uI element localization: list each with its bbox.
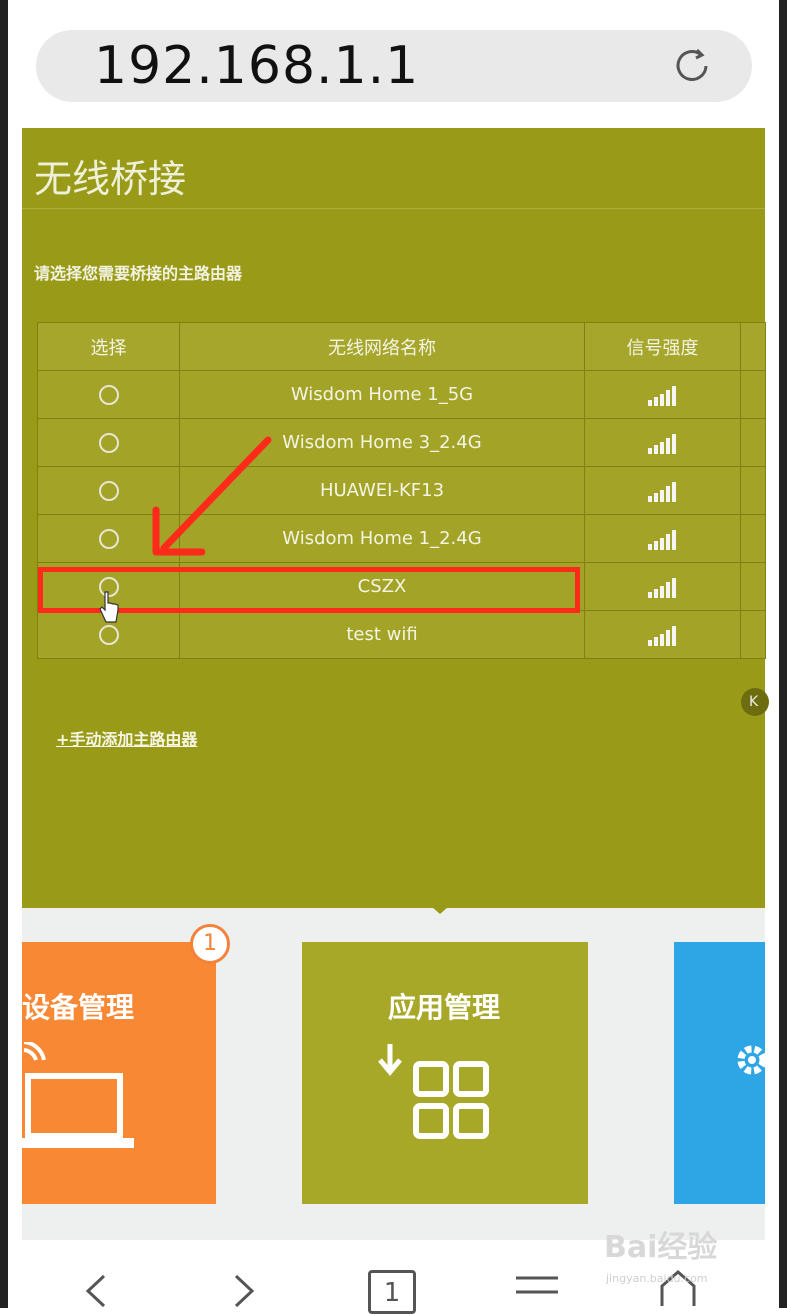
table-header-row: 选择 无线网络名称 信号强度 xyxy=(37,322,766,371)
tile-device-management[interactable]: 设备管理 xyxy=(22,942,216,1204)
header-select: 选择 xyxy=(37,322,180,371)
radio-button[interactable] xyxy=(98,385,119,405)
radio-button[interactable] xyxy=(98,433,119,453)
notification-badge: 1 xyxy=(190,924,230,964)
apps-grid-icon xyxy=(378,1044,489,1139)
tile-app-label: 应用管理 xyxy=(388,991,501,1024)
table-row[interactable]: Wisdom Home 1_5G xyxy=(37,370,766,419)
laptop-icon xyxy=(22,1042,134,1148)
back-icon[interactable] xyxy=(84,1274,108,1308)
ssid-cell: test wifi xyxy=(179,610,585,659)
radio-button[interactable] xyxy=(98,529,119,549)
signal-icon xyxy=(647,625,678,646)
header-extra xyxy=(740,322,766,371)
tabs-button[interactable]: 1 xyxy=(368,1270,416,1314)
router-page: 无线桥接 请选择您需要桥接的主路由器 选择 无线网络名称 信号强度 Wisdom… xyxy=(22,128,769,908)
phone-bezel-right xyxy=(779,0,787,1308)
signal-icon xyxy=(647,529,678,550)
signal-icon xyxy=(647,577,678,598)
page-title: 无线桥接 xyxy=(34,157,187,201)
instruction-text: 请选择您需要桥接的主路由器 xyxy=(34,264,243,283)
ssid-cell: Wisdom Home 1_5G xyxy=(179,370,585,419)
forward-icon[interactable] xyxy=(232,1274,256,1308)
red-arrow-annotation xyxy=(152,436,272,556)
tile-device-label: 设备管理 xyxy=(22,991,135,1024)
table-row[interactable]: test wifi xyxy=(37,610,766,659)
header-signal: 信号强度 xyxy=(584,322,741,371)
radio-button[interactable] xyxy=(98,481,119,501)
signal-icon xyxy=(647,481,678,502)
title-divider xyxy=(22,208,765,209)
hand-cursor-icon xyxy=(99,591,119,623)
gear-icon xyxy=(737,1045,766,1075)
tile-app-management[interactable]: 应用管理 xyxy=(302,942,588,1204)
signal-icon xyxy=(647,433,678,454)
header-ssid: 无线网络名称 xyxy=(179,322,585,371)
phone-bezel-left xyxy=(0,0,8,1308)
menu-icon[interactable] xyxy=(514,1274,560,1308)
url-text[interactable]: 192.168.1.1 xyxy=(94,36,419,96)
radio-button[interactable] xyxy=(98,625,119,645)
address-bar[interactable]: 192.168.1.1 xyxy=(36,30,752,102)
watermark-brand: Bai经验 xyxy=(604,1230,718,1265)
add-router-link[interactable]: +手动添加主路由器 xyxy=(56,726,197,750)
signal-icon xyxy=(647,385,678,406)
side-scroll-knob[interactable]: K xyxy=(741,688,769,716)
tile-settings[interactable] xyxy=(674,942,766,1204)
tiles-notch xyxy=(424,900,456,914)
watermark-site: jingyan.baidu.com xyxy=(606,1272,708,1285)
reload-icon[interactable] xyxy=(670,44,714,88)
